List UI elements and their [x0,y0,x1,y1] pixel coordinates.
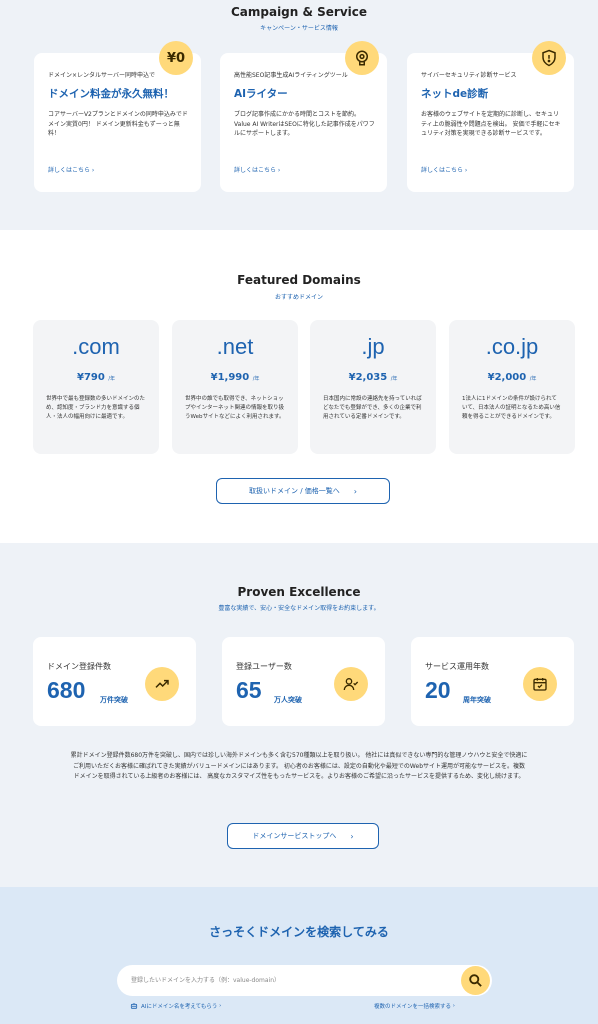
domain-search-input[interactable] [131,965,451,996]
stat-card-domains: ドメイン登録件数 680 万件突破 [33,637,196,726]
domains-subtitle: おすすめドメイン [274,294,323,301]
campaign-heading: AIライター [234,88,288,100]
proven-subtitle: 豊富な実績で、安心・安全なドメイン取得をお約束します。 [218,605,380,612]
user-check-icon [334,667,368,701]
proven-title: Proven Excellence [237,585,361,599]
campaign-eyebrow: ドメイン×レンタルサーバー同時申込で [48,72,155,79]
campaign-detail-link[interactable]: 詳しくはこちら › [48,165,94,174]
stat-number: 680 [47,677,86,703]
campaign-eyebrow: 高性能SEO記事生成AIライティングツール [234,72,348,79]
campaign-card-net-check: サイバーセキュリティ診断サービス ネットde診断 お客様のウェブサイトを定期的に… [407,41,574,192]
ai-brain-icon [345,41,379,75]
stat-number: 20 [425,677,451,703]
yen-zero-badge: ¥0 [159,41,193,75]
campaign-section: Campaign & Service キャンペーン・サービス情報 ¥0 ドメイン… [0,0,598,230]
ai-robot-icon [130,1003,138,1009]
domain-name: .com [72,334,120,359]
stat-label: サービス運用年数 [425,662,489,671]
campaign-card-domain-free: ¥0 ドメイン×レンタルサーバー同時申込で ドメイン料金が永久無料！ コアサーバ… [34,41,201,192]
bulk-search-link[interactable]: 複数のドメインを一括検索する › [374,1002,455,1010]
search-icon [469,974,482,987]
domain-description: 世界中で最も登録数の多いドメインのため、認知度・ブランド力を意識する個人・法人の… [46,396,146,420]
domain-card-co-jp[interactable]: .co.jp ¥2,000 /年 1法人に1ドメインの条件が設けられていて、日本… [449,320,575,454]
domains-title: Featured Domains [237,273,361,287]
domain-description: 世界中の誰でも取得でき、ネットショップやインターネット関連の情報を取り扱うWeb… [185,396,285,420]
domain-name: .net [216,334,254,359]
stat-card-years: サービス運用年数 20 周年突破 [411,637,574,726]
domain-price: ¥2,035 /年 [348,372,398,383]
domain-price: ¥2,000 /年 [487,372,537,383]
campaign-card-ai-writer: 高性能SEO記事生成AIライティングツール AIライター ブログ記事作成にかかる… [220,41,387,192]
domain-name: .jp [361,334,385,359]
campaign-detail-link[interactable]: 詳しくはこちら › [234,165,280,174]
domain-name: .co.jp [485,334,539,359]
search-button[interactable] [461,966,490,995]
search-title: さっそくドメインを検索してみる [209,925,389,939]
campaign-description: お客様のウェブサイトを定期的に診断し、セキュリティ上の脆弱性や問題点を検出。 安… [421,111,561,137]
proven-description: 累計ドメイン登録件数680万件を突破し、国内では珍しい海外ドメインも多く含む57… [70,752,528,780]
campaign-heading: ドメイン料金が永久無料！ [48,88,174,100]
stat-unit: 周年突破 [463,696,491,704]
featured-domains-section: Featured Domains おすすめドメイン .com ¥790 /年 世… [0,230,598,543]
search-box [117,965,492,996]
shield-alert-icon [532,41,566,75]
stat-label: 登録ユーザー数 [236,662,292,671]
calendar-check-icon [523,667,557,701]
ai-domain-suggest-link[interactable]: AIにドメイン名を考えてもらう › [130,1002,221,1010]
campaign-description: ブログ記事作成にかかる時間とコストを節約。 Value AI WriterはSE… [234,111,375,137]
proven-excellence-section: Proven Excellence 豊富な実績で、安心・安全なドメイン取得をお約… [0,543,598,887]
domain-price: ¥1,990 /年 [210,372,260,383]
domain-card-jp[interactable]: .jp ¥2,035 /年 日本国内に常設の連絡先を持っていればどなたでも登録が… [310,320,436,454]
domain-price-list-button[interactable]: 取扱いドメイン / 価格一覧へ › [216,478,390,504]
trending-up-icon [145,667,179,701]
campaign-detail-link[interactable]: 詳しくはこちら › [421,165,467,174]
domain-card-com[interactable]: .com ¥790 /年 世界中で最も登録数の多いドメインのため、認知度・ブラン… [33,320,159,454]
chevron-right-icon: › [353,486,357,496]
campaign-subtitle: キャンペーン・サービス情報 [260,25,338,32]
domain-card-net[interactable]: .net ¥1,990 /年 世界中の誰でも取得でき、ネットショップやインターネ… [172,320,298,454]
domain-description: 1法人に1ドメインの条件が設けられていて、日本法人の証明となるため高い信頼を得る… [462,396,561,420]
stat-label: ドメイン登録件数 [47,662,111,671]
domain-description: 日本国内に常設の連絡先を持っていればどなたでも登録ができ、多くの企業で利用されて… [323,396,422,420]
domain-price: ¥790 /年 [76,372,115,383]
campaign-title: Campaign & Service [230,5,368,19]
domain-service-top-button[interactable]: ドメインサービストップへ › [227,823,379,849]
chevron-right-icon: › [350,831,354,841]
stat-number: 65 [236,677,262,703]
campaign-eyebrow: サイバーセキュリティ診断サービス [421,72,517,79]
campaign-description: コアサーバーV2プランとドメインの同時申込みでドメイン実質0円！ ドメイン更新料… [48,111,188,137]
stat-unit: 万件突破 [100,696,128,704]
campaign-heading: ネットde診断 [421,88,489,100]
stat-unit: 万人突破 [274,696,302,704]
domain-search-section: さっそくドメインを検索してみる AIにドメイン名を考えてもらう › 複数のドメイ… [0,887,598,1024]
stat-card-users: 登録ユーザー数 65 万人突破 [222,637,385,726]
